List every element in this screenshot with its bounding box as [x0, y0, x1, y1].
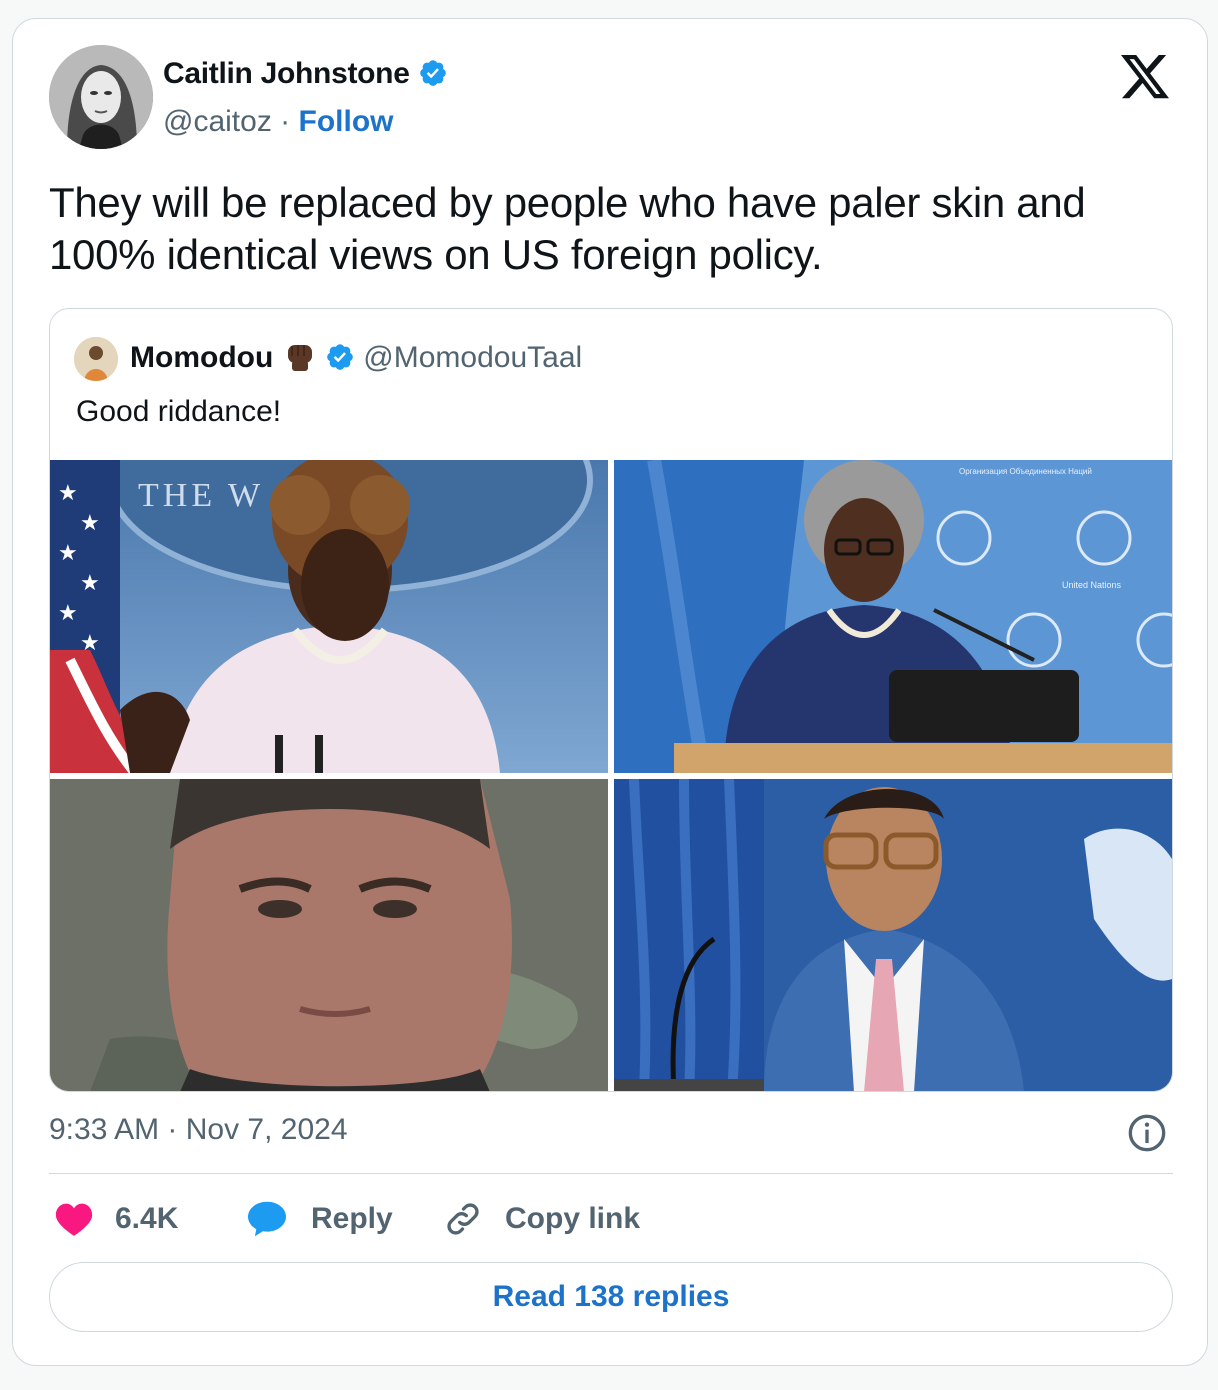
follow-button[interactable]: Follow — [299, 105, 394, 138]
divider — [49, 1173, 1173, 1174]
author-handle-row: @caitoz · Follow — [163, 105, 394, 139]
svg-text:★: ★ — [80, 510, 100, 535]
reply-label: Reply — [311, 1202, 393, 1235]
svg-text:★: ★ — [80, 630, 100, 655]
like-count: 6.4K — [115, 1202, 179, 1235]
author-name-text[interactable]: Caitlin Johnstone — [163, 57, 410, 90]
reply-button[interactable]: Reply — [245, 1197, 393, 1241]
media-photo-3[interactable] — [50, 779, 608, 1091]
author-name[interactable]: Caitlin Johnstone — [163, 57, 448, 96]
fist-emoji-icon — [283, 339, 317, 381]
link-icon — [447, 1203, 479, 1235]
verified-badge-icon — [325, 342, 355, 380]
photo-un-text: United Nations — [1062, 580, 1122, 590]
media-photo-4[interactable] — [614, 779, 1172, 1091]
tweet-timestamp[interactable]: 9:33 AM · Nov 7, 2024 — [49, 1113, 348, 1147]
svg-text:★: ★ — [80, 570, 100, 595]
verified-badge-icon — [418, 58, 448, 96]
author-avatar[interactable] — [49, 45, 153, 149]
author-handle[interactable]: @caitoz — [163, 105, 272, 138]
quoted-tweet-text: Good riddance! — [76, 395, 282, 428]
read-replies-button[interactable]: Read 138 replies — [49, 1262, 1173, 1332]
tweet-embed-card: Caitlin Johnstone @caitoz · Follow They … — [12, 18, 1208, 1366]
tweet-text: They will be replaced by people who have… — [49, 179, 1086, 278]
like-button[interactable]: 6.4K — [55, 1197, 178, 1241]
media-photo-1[interactable]: THE W OUSE ★ ★ ★ ★ ★ ★ — [50, 460, 608, 773]
media-photo-2[interactable]: Организация Объединенных Наций United Na… — [614, 460, 1172, 773]
avatar-portrait — [49, 45, 153, 149]
x-logo-icon[interactable] — [1121, 55, 1169, 104]
copy-link-button[interactable]: Copy link — [443, 1197, 640, 1241]
heart-icon — [55, 1203, 93, 1236]
quoted-media-grid: THE W OUSE ★ ★ ★ ★ ★ ★ Организация Объед… — [50, 460, 1172, 1091]
quoted-header: Momodou @MomodouTaal — [130, 339, 582, 381]
photo-small-text: Организация Объединенных Наций — [959, 467, 1092, 476]
quoted-author-handle: @MomodouTaal — [363, 341, 583, 374]
svg-text:★: ★ — [58, 600, 78, 625]
quoted-author-name: Momodou — [130, 341, 274, 374]
copy-link-label: Copy link — [505, 1202, 641, 1235]
quoted-author-avatar — [74, 337, 118, 381]
reply-bubble-icon — [248, 1201, 286, 1237]
svg-text:★: ★ — [58, 540, 78, 565]
svg-text:★: ★ — [58, 480, 78, 505]
info-icon[interactable] — [1127, 1113, 1167, 1158]
handle-separator: · — [280, 105, 291, 138]
quoted-tweet[interactable]: Momodou @MomodouTaal Good riddance! THE … — [49, 308, 1173, 1092]
